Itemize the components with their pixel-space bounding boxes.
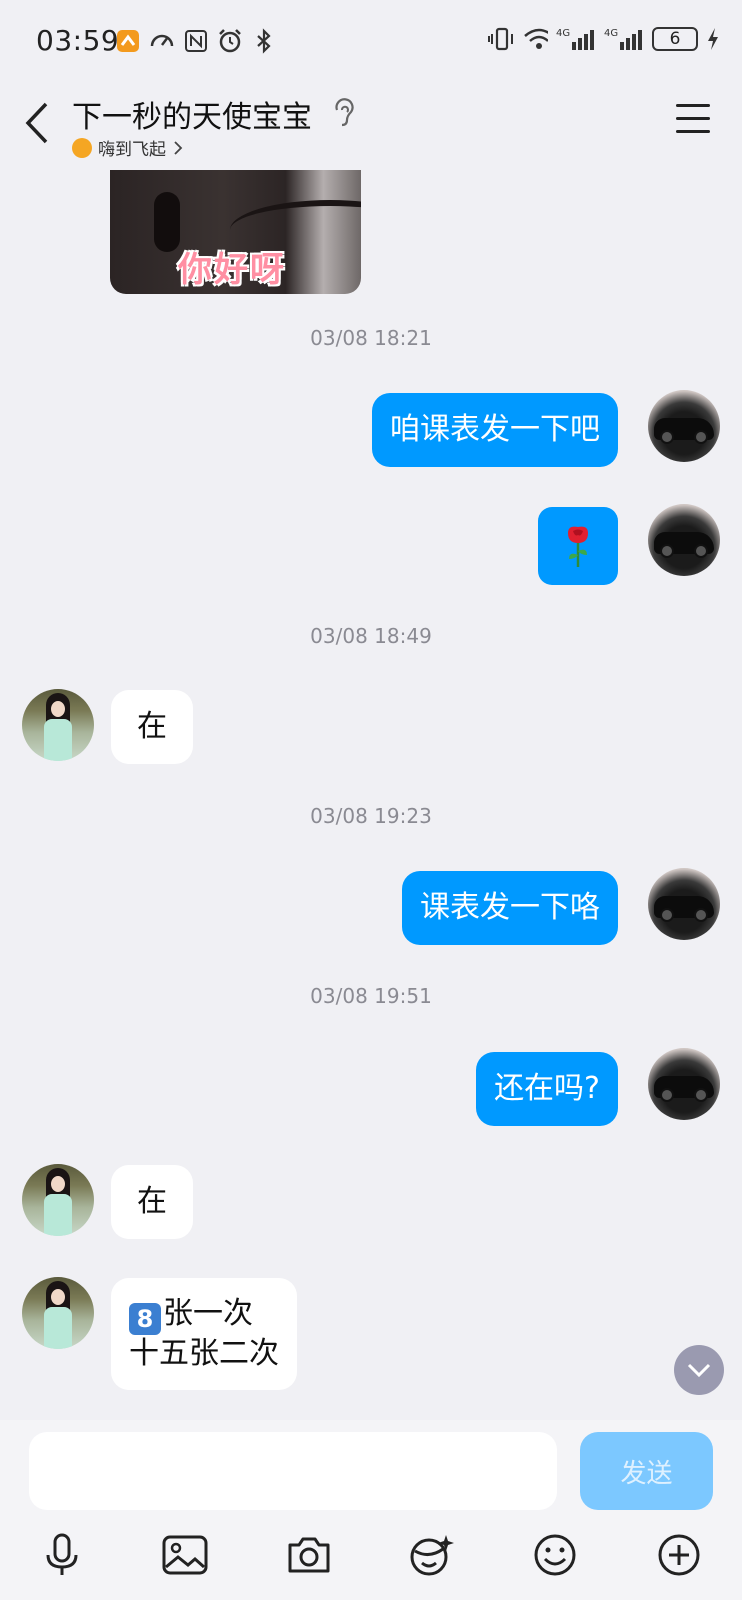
status-label: 嗨到飞起 [98,140,166,160]
image-icon[interactable] [160,1530,210,1580]
chat-header: 下一秒的天使宝宝 嗨到飞起 [0,80,742,170]
outgoing-message-bubble[interactable]: 课表发一下咯 [402,871,618,945]
svg-text:4G: 4G [556,28,570,39]
svg-text:4G: 4G [604,28,618,39]
chevron-left-icon [25,102,48,144]
chat-title[interactable]: 下一秒的天使宝宝 [72,92,312,136]
sun-status-icon [72,137,92,158]
avatar[interactable] [22,1164,94,1236]
chevron-down-icon [687,1363,711,1378]
ear-icon [332,98,356,132]
alarm-icon [217,28,243,54]
vibrate-icon [488,26,514,52]
timestamp: 03/08 18:49 [310,624,432,648]
battery-indicator: 6 [652,27,698,51]
status-row[interactable]: 嗨到飞起 [72,135,184,160]
avatar[interactable] [648,868,720,940]
avatar[interactable] [22,1277,94,1349]
outgoing-message-bubble[interactable]: 咱课表发一下吧 [372,393,618,467]
send-button[interactable]: 发送 [580,1432,713,1510]
signal-4g-icon-2: 4G [604,26,644,52]
bluetooth-icon [251,28,277,54]
speedometer-icon [149,28,175,54]
sticker-icon[interactable] [406,1530,456,1580]
scroll-to-bottom-button[interactable] [674,1345,724,1395]
status-right-icons: 4G 4G 6 [488,26,720,52]
plus-icon[interactable] [654,1530,704,1580]
status-left-icons [115,28,277,54]
timestamp: 03/08 19:23 [310,804,432,828]
rose-icon [568,526,588,567]
message-line: 十五张二次 [129,1336,279,1371]
input-bar: 发送 [0,1420,742,1600]
avatar[interactable] [648,504,720,576]
chevron-right-icon [174,140,183,155]
status-time: 03:59 [36,24,120,57]
message-line: 张一次 [163,1296,253,1331]
number-badge: 8 [129,1303,161,1335]
sticker-message-bubble[interactable] [538,507,618,585]
back-button[interactable] [22,100,62,150]
avatar[interactable] [648,390,720,462]
input-toolbar [0,1520,742,1590]
avatar[interactable] [22,689,94,761]
menu-button[interactable] [676,104,712,134]
outgoing-message-bubble[interactable]: 还在吗? [476,1052,618,1126]
menu-icon [676,104,710,107]
camera-icon[interactable] [284,1530,334,1580]
timestamp: 03/08 19:51 [310,984,432,1008]
image-message[interactable]: 你好呀 [110,170,361,294]
status-bar: 03:59 4G 4G 6 [0,0,742,80]
image-caption-text: 你好呀 [178,250,286,290]
mic-icon[interactable] [37,1530,87,1580]
emoji-icon[interactable] [530,1530,580,1580]
nfc-icon [183,28,209,54]
wifi-icon [522,26,548,52]
signal-4g-icon: 4G [556,26,596,52]
avatar[interactable] [648,1048,720,1120]
message-input[interactable] [29,1432,557,1510]
incoming-message-bubble[interactable]: 8 张一次 十五张二次 [111,1278,297,1390]
incoming-message-bubble[interactable]: 在 [111,690,193,764]
timestamp: 03/08 18:21 [310,326,432,350]
incoming-message-bubble[interactable]: 在 [111,1165,193,1239]
app-notification-icon [115,28,141,54]
charging-icon [706,26,720,52]
